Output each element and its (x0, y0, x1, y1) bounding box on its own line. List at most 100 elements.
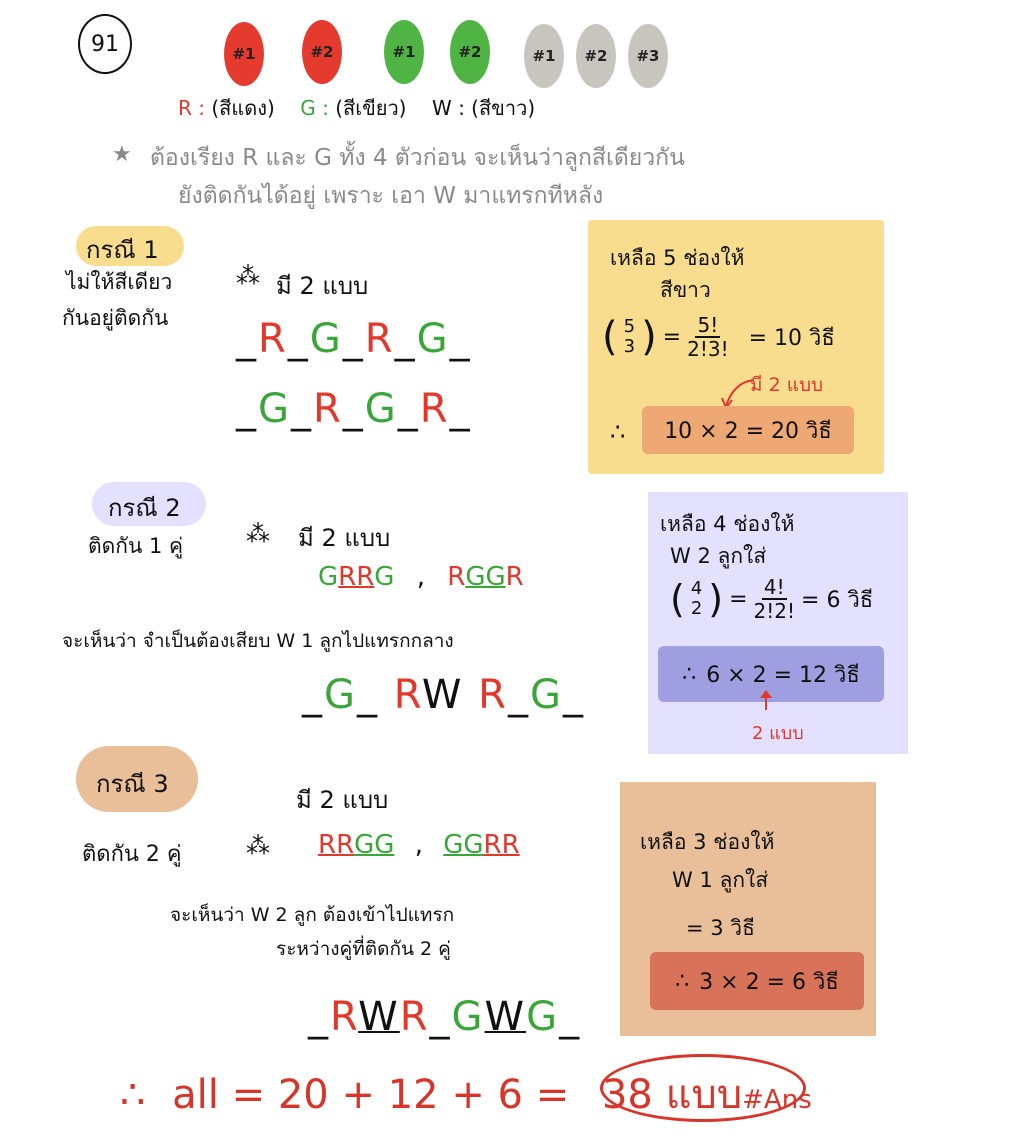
ball-label: #1 (532, 47, 556, 65)
legend-r-text: (สีแดง) (211, 96, 275, 120)
ball-white-1: #1 (524, 24, 564, 88)
case2-therefore-icon: ⁂ (246, 520, 270, 548)
ball-red-1: #1 (224, 22, 264, 86)
case2-arrow-note: 2 แบบ (752, 723, 804, 744)
case3-therefore-icon: ⁂ (246, 832, 270, 860)
case1-box-line-2: สีขาว (660, 278, 711, 302)
arr-letter: R (478, 672, 508, 718)
case1-calc-box: เหลือ 5 ช่องให้ สีขาว ( 53 ) = 5! 2!3! = … (588, 220, 884, 474)
factorial-fraction: 4! 2!2! (754, 576, 795, 622)
note-line-2: ยังติดกันได้อยู่ เพราะ เอา W มาแทรกทีหลั… (178, 183, 604, 209)
arr-letter: R (399, 994, 430, 1040)
pair-letters-adjacent: GG (465, 562, 506, 592)
case3-result: = 3 วิธี (686, 916, 755, 940)
pair-letters-adjacent: RR (338, 562, 375, 592)
therefore-icon: ∴ (120, 1072, 146, 1118)
ball-white-3: #3 (628, 24, 668, 88)
color-legend: R : (สีแดง) G : (สีเขียว) W : (สีขาว) (178, 92, 535, 124)
paren-right: ) (641, 314, 657, 360)
problem-number: 91 (91, 31, 119, 57)
case1-arrangement-1: _R_G_R_G_ (236, 316, 472, 362)
case1-label: กรณี 1 (86, 236, 159, 264)
frac-num: 5! (695, 313, 721, 338)
binom-top: 4 (690, 578, 703, 600)
case3-box-line-2: W 1 ลูกใส่ (672, 868, 769, 892)
case3-desc: ติดกัน 2 คู่ (82, 842, 182, 867)
case2-pairs: GRRG , RGGR (318, 562, 524, 592)
case2-desc: ติดกัน 1 คู่ (88, 534, 184, 558)
case1-final: 10 × 2 = 20 วิธี (664, 418, 832, 444)
arr-letter: W (484, 994, 527, 1040)
case1-combination: ( 53 ) = 5! 2!3! = 10 วิธี (602, 314, 835, 360)
factorial-fraction: 5! 2!3! (687, 314, 728, 360)
arr-letter: G (416, 316, 450, 362)
ball-label: #3 (636, 47, 660, 65)
arr-letter: R (258, 316, 288, 362)
ball-red-2: #2 (302, 20, 342, 84)
pair-letters-adjacent: RR (318, 830, 355, 860)
case2-label: กรณี 2 (108, 494, 181, 522)
arr-letter: G (529, 672, 563, 718)
binomial: 42 (691, 579, 702, 619)
frac-den: 2!2! (753, 599, 796, 623)
frac-den: 2!3! (687, 337, 729, 361)
pair-letter: G (374, 562, 395, 592)
case3-final: 3 × 2 = 6 วิธี (699, 969, 839, 995)
ball-label: #1 (232, 45, 256, 63)
case1-desc-1: ไม่ให้สีเดียว (66, 270, 173, 294)
binom-top: 5 (623, 316, 636, 338)
pair-letter: R (447, 562, 466, 592)
case1-box-line-1: เหลือ 5 ช่องให้ (610, 246, 745, 270)
arr-letter: R (364, 316, 395, 362)
arr-letter: G (258, 386, 291, 432)
case3-arrangement: _RWR_GWG_ (308, 994, 582, 1040)
case3-explain-1: จะเห็นว่า W 2 ลูก ต้องเข้าไปแทรก (170, 904, 455, 926)
pair-letters-adjacent: RR (483, 830, 520, 860)
pair-letters-adjacent: GG (443, 830, 484, 860)
case3-explain-2: ระหว่างคู่ที่ติดกัน 2 คู่ (276, 938, 451, 960)
legend-g-key: G : (300, 96, 329, 120)
case2-final: 6 × 2 = 12 วิธี (706, 662, 860, 688)
pair-letter: R (505, 562, 524, 592)
frac-num: 4! (761, 575, 787, 600)
case2-arrangement: _G_ RW R_G_ (302, 672, 585, 718)
case1-desc-2: กันอยู่ติดกัน (62, 306, 169, 330)
case2-count: มี 2 แบบ (298, 524, 391, 552)
arr-letter: G (324, 672, 357, 718)
final-sum: all = 20 + 12 + 6 = (172, 1072, 570, 1118)
ball-green-1: #1 (384, 20, 424, 84)
arr-letter: R (419, 386, 450, 432)
arr-letter: G (526, 994, 560, 1040)
equals: = (662, 324, 682, 350)
case1-arrangement-2: _G_R_G_R_ (236, 386, 472, 432)
legend-g-text: (สีเขียว) (335, 96, 407, 120)
therefore-icon: ∴ (610, 418, 626, 446)
problem-number-circle: 91 (78, 14, 132, 74)
case2-explain: จะเห็นว่า จำเป็นต้องเสียบ W 1 ลูกไปแทรกก… (62, 630, 454, 652)
case3-calc-box: เหลือ 3 ช่องให้ W 1 ลูกใส่ = 3 วิธี ∴ 3 … (620, 782, 876, 1036)
equals: = (729, 586, 748, 612)
red-up-arrow-icon (760, 690, 772, 710)
pair-letters-adjacent: GG (354, 830, 395, 860)
case2-combination: ( 42 ) = 4! 2!2! = 6 วิธี (670, 576, 873, 622)
case3-label: กรณี 3 (96, 770, 169, 798)
case1-therefore-icon: ⁂ (236, 262, 260, 290)
ball-white-2: #2 (576, 24, 616, 88)
ball-label: #2 (310, 43, 334, 61)
arr-letter: W (358, 994, 400, 1040)
arr-letter: G (364, 386, 398, 432)
binomial: 53 (624, 317, 635, 357)
legend-w-key: W : (431, 96, 465, 120)
case2-box-line-2: W 2 ลูกใส่ (670, 544, 767, 568)
ball-green-2: #2 (450, 20, 490, 84)
answer-circle (600, 1054, 806, 1122)
arr-letter: G (309, 316, 343, 362)
case3-box-line-1: เหลือ 3 ช่องให้ (640, 830, 775, 854)
therefore-icon: ∴ (682, 661, 697, 687)
case3-count: มี 2 แบบ (296, 786, 389, 814)
paren-left: ( (670, 577, 685, 621)
case1-arrow-note: มี 2 แบบ (750, 374, 824, 396)
paren-right: ) (708, 577, 724, 621)
case2-box-line-1: เหลือ 4 ช่องให้ (660, 512, 795, 536)
case1-result: = 10 วิธี (748, 325, 835, 351)
